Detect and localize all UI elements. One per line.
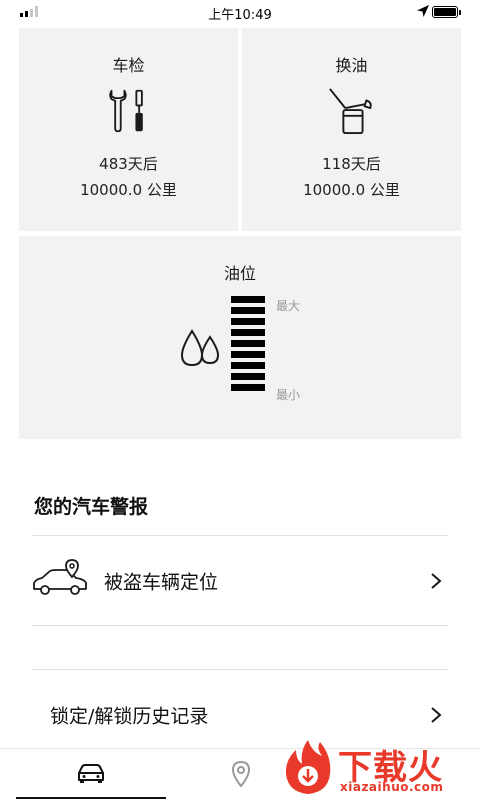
fuel-gauge-segment bbox=[231, 307, 265, 314]
fuel-gauge-segment bbox=[231, 351, 265, 358]
chevron-right-icon bbox=[431, 707, 442, 723]
divider bbox=[32, 535, 448, 536]
fuel-drops-icon bbox=[180, 329, 220, 367]
fuel-min-label: 最小 bbox=[276, 388, 301, 402]
fuel-gauge-segment bbox=[231, 373, 265, 380]
car-location-icon bbox=[33, 559, 87, 595]
fuel-level-title: 油位 bbox=[223, 264, 256, 283]
inspection-days: 483天后 bbox=[99, 155, 158, 173]
lock-unlock-history-label: 锁定/解锁历史记录 bbox=[50, 705, 209, 728]
status-bar: 上午10:49 bbox=[0, 0, 480, 24]
location-pin-icon bbox=[232, 761, 250, 787]
inspection-title: 车检 bbox=[112, 56, 145, 75]
chevron-right-icon bbox=[431, 573, 442, 589]
car-icon bbox=[78, 764, 104, 783]
fuel-gauge-segment bbox=[231, 329, 265, 336]
fuel-gauge-segment bbox=[231, 362, 265, 369]
oil-change-title: 换油 bbox=[335, 56, 368, 75]
fuel-level-gauge bbox=[231, 296, 265, 395]
battery-icon bbox=[432, 6, 461, 18]
inspection-card[interactable]: 车检 483天后 10000.0 公里 bbox=[19, 28, 238, 231]
status-time: 上午10:49 bbox=[208, 8, 272, 23]
oil-can-icon bbox=[329, 88, 372, 135]
flame-logo-icon bbox=[285, 740, 331, 794]
stolen-vehicle-locator-label: 被盗车辆定位 bbox=[104, 571, 219, 594]
oil-change-card[interactable]: 换油 118天后 10000.0 公里 bbox=[242, 28, 461, 231]
oil-change-days: 118天后 bbox=[322, 155, 381, 173]
wrench-screwdriver-icon bbox=[109, 89, 143, 133]
fuel-max-label: 最大 bbox=[276, 299, 301, 313]
active-tab-indicator bbox=[16, 797, 166, 799]
inspection-distance: 10000.0 公里 bbox=[80, 181, 177, 199]
watermark-logo: 下载火 xiazaihuo.com bbox=[282, 738, 478, 798]
divider bbox=[32, 625, 448, 626]
fuel-gauge-segment bbox=[231, 318, 265, 325]
watermark-domain: xiazaihuo.com bbox=[340, 780, 444, 794]
tab-car[interactable] bbox=[16, 749, 166, 801]
alerts-section-title: 您的汽车警报 bbox=[34, 496, 149, 518]
fuel-gauge-segment bbox=[231, 296, 265, 303]
fuel-gauge-segment bbox=[231, 384, 265, 391]
divider bbox=[32, 669, 448, 670]
oil-change-distance: 10000.0 公里 bbox=[303, 181, 400, 199]
location-arrow-icon bbox=[417, 5, 429, 17]
fuel-gauge-segment bbox=[231, 340, 265, 347]
stolen-vehicle-locator-row[interactable]: 被盗车辆定位 bbox=[32, 537, 448, 625]
